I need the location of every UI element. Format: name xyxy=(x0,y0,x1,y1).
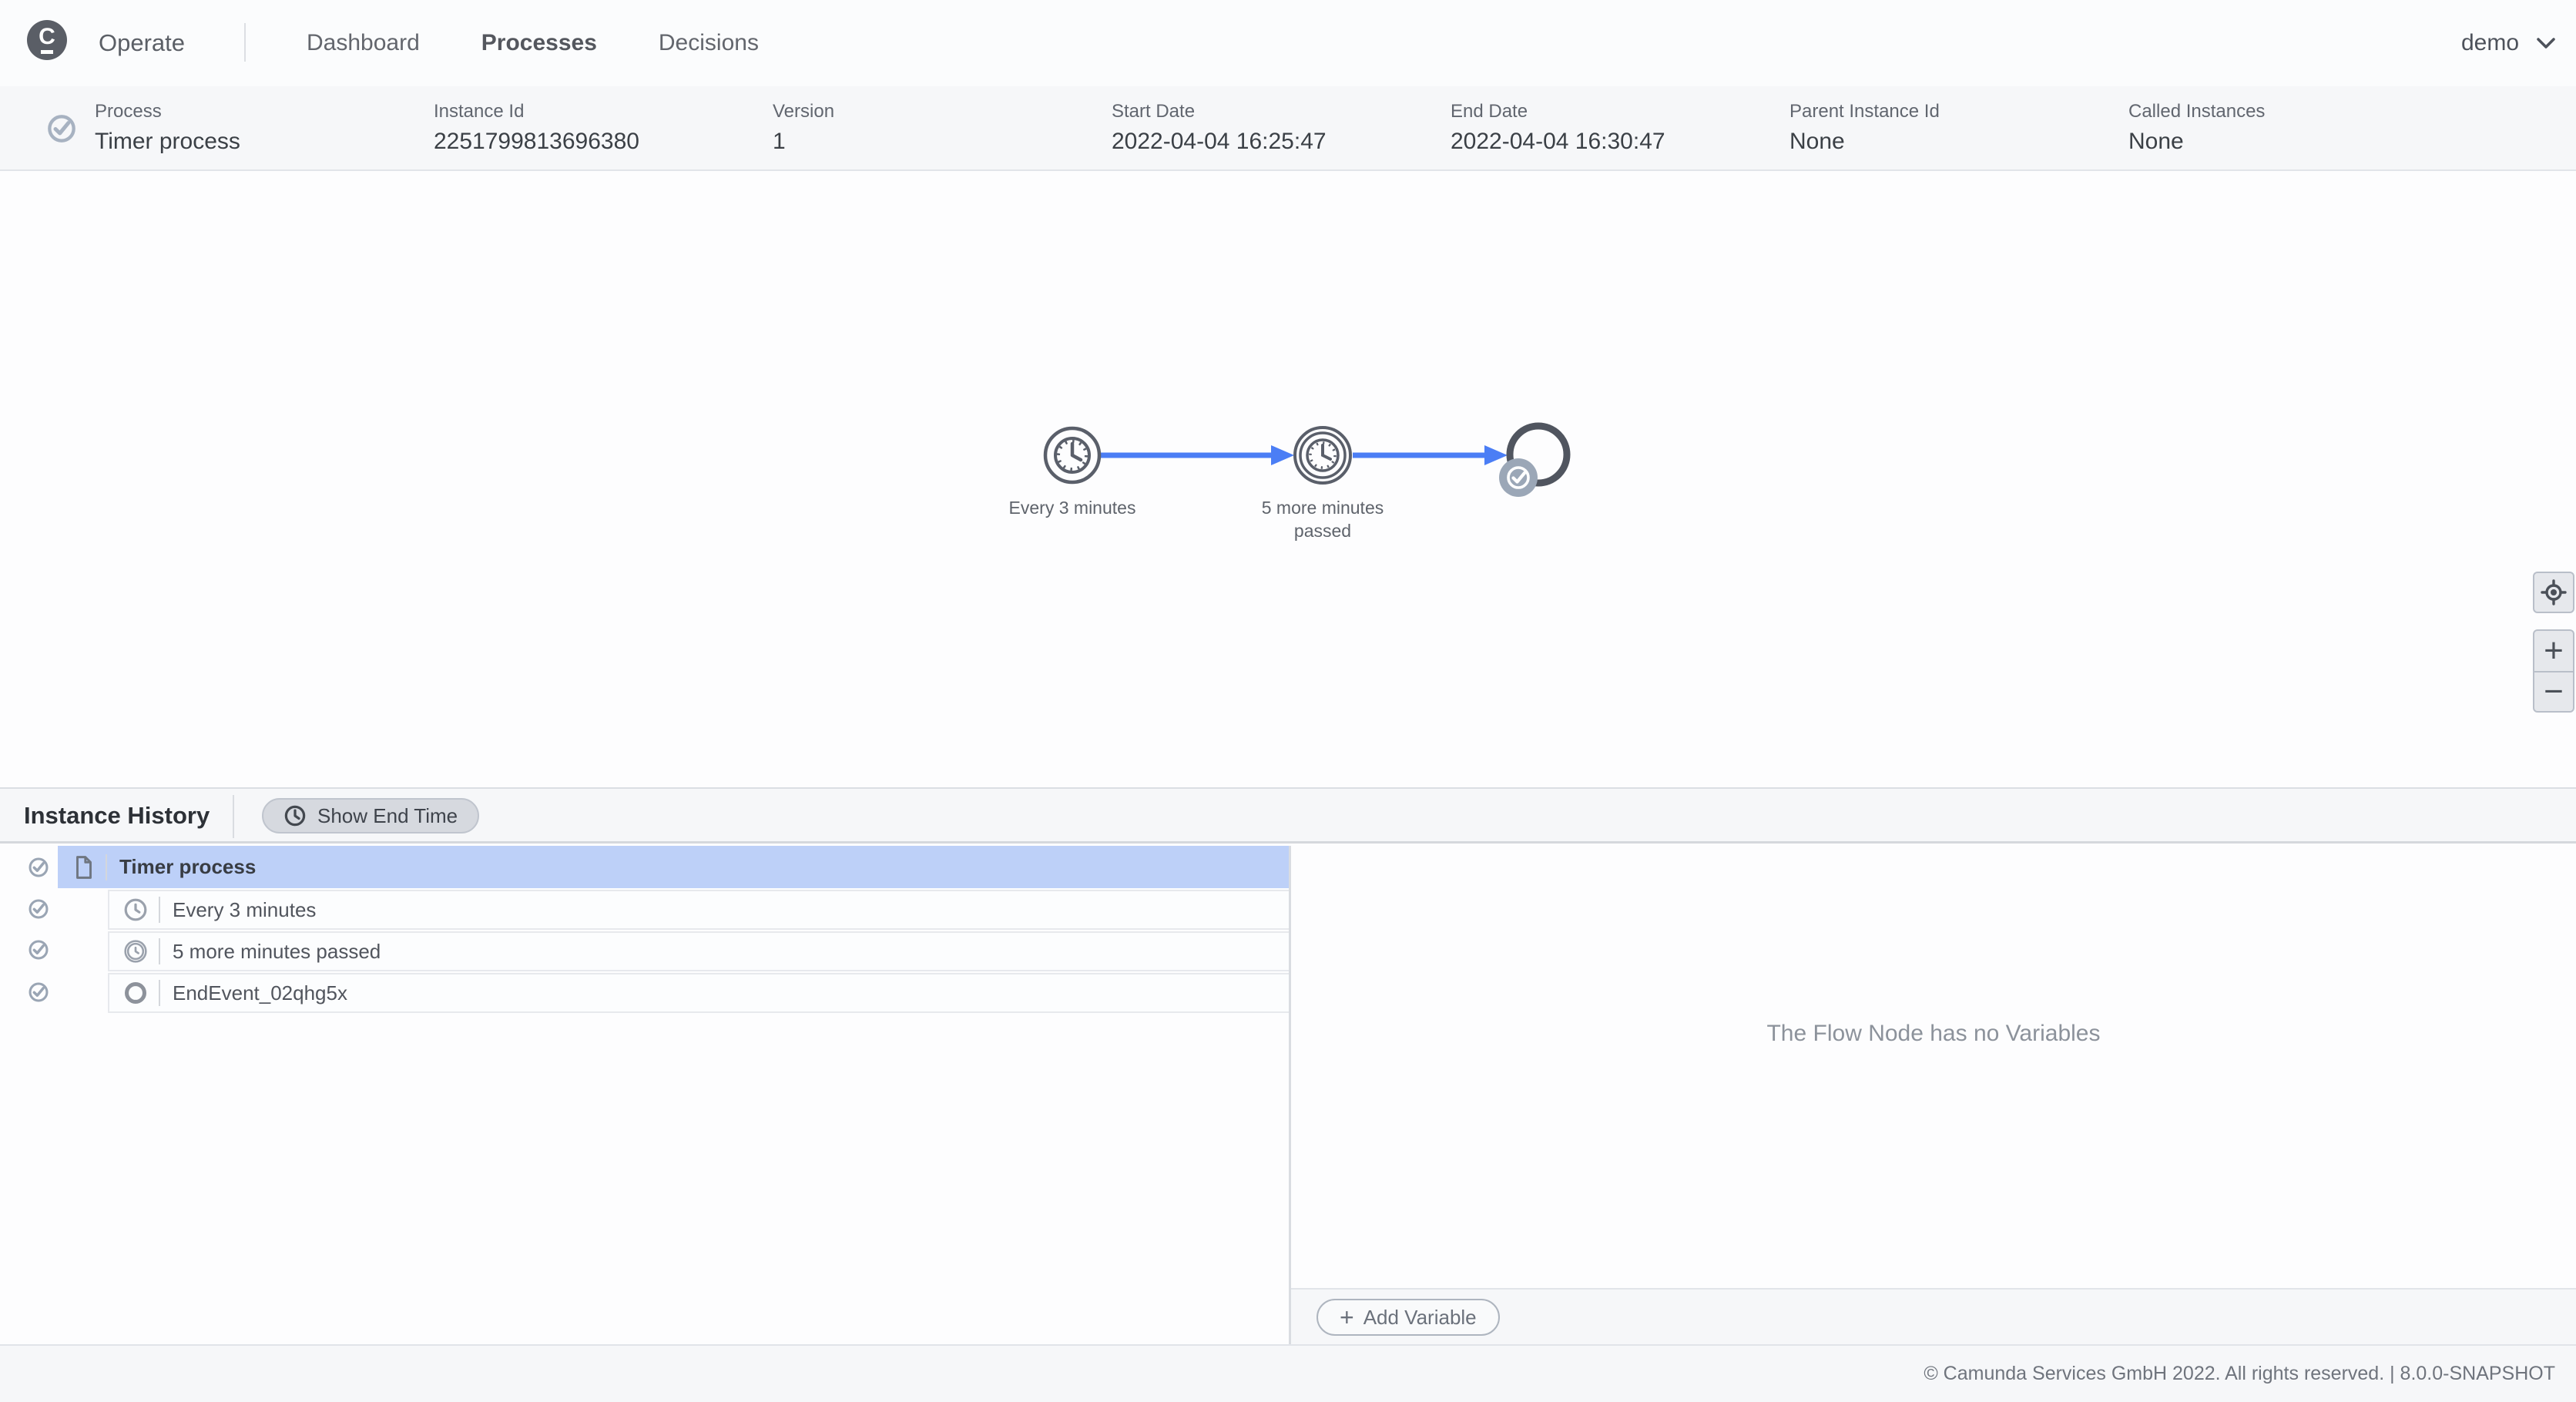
bpmn-diagram-panel: Every 3 minutes 5 more minutes passed + … xyxy=(0,173,2576,787)
copyright-text: © Camunda Services GmbH 2022. All rights… xyxy=(1924,1363,2555,1384)
bpmn-label-intermediate: 5 more minutes passed xyxy=(1261,498,1384,541)
row-state-completed-icon xyxy=(29,899,49,919)
bpmn-label-start: Every 3 minutes xyxy=(1008,498,1136,518)
bpmn-diagram xyxy=(1043,422,1571,497)
history-row-label: Timer process xyxy=(119,855,257,878)
tab-dashboard[interactable]: Dashboard xyxy=(307,30,420,56)
diagram-controls: + − xyxy=(2531,173,2574,787)
variables-empty-message: The Flow Node has no Variables xyxy=(1766,1021,2101,1046)
row-state-completed-icon xyxy=(29,857,49,877)
timer-event-icon xyxy=(120,897,151,922)
plus-icon: + xyxy=(1340,1303,1354,1331)
nav-tabs: Dashboard Processes Decisions xyxy=(307,0,759,86)
camunda-logo-icon[interactable]: C xyxy=(27,20,67,60)
zoom-in-button[interactable]: + xyxy=(2534,631,2573,671)
reset-view-button[interactable] xyxy=(2533,572,2574,613)
show-end-time-label: Show End Time xyxy=(317,803,458,827)
sequence-flow-1 xyxy=(1101,445,1294,465)
field-parent-instance-id: Parent Instance Id None xyxy=(1789,101,1940,154)
history-row-process[interactable]: Timer process xyxy=(58,846,1289,888)
zoom-controls: + − xyxy=(2533,629,2574,713)
crosshair-icon xyxy=(2541,579,2567,605)
row-separator xyxy=(159,938,160,964)
logo-glyph: C xyxy=(39,24,55,49)
completed-state-badge xyxy=(1499,458,1538,497)
field-end-date: End Date 2022-04-04 16:30:47 xyxy=(1451,101,1665,154)
timer-start-event-node[interactable] xyxy=(1043,426,1102,485)
operate-app: C Operate Dashboard Processes Decisions … xyxy=(0,0,2576,1402)
row-separator xyxy=(106,854,107,880)
variables-panel: The Flow Node has no Variables xyxy=(1291,846,2576,1288)
row-state-completed-icon xyxy=(29,940,49,960)
sequence-flow-2 xyxy=(1353,445,1508,465)
top-navigation: C Operate Dashboard Processes Decisions … xyxy=(0,0,2576,86)
add-variable-label: Add Variable xyxy=(1363,1305,1477,1329)
end-event-icon xyxy=(120,981,151,1005)
chevron-down-icon xyxy=(2537,38,2555,49)
instance-fields: Process Timer process Instance Id 225179… xyxy=(95,86,2467,169)
history-row-label: 5 more minutes passed xyxy=(173,939,381,963)
completed-check-icon xyxy=(48,115,75,143)
add-variable-button[interactable]: + Add Variable xyxy=(1317,1299,1500,1336)
header-divider xyxy=(233,795,234,838)
zoom-out-button[interactable]: − xyxy=(2534,671,2573,711)
field-version: Version 1 xyxy=(773,101,835,154)
instance-history-title: Instance History xyxy=(24,802,210,829)
field-called-instances: Called Instances None xyxy=(2128,101,2266,154)
app-footer: © Camunda Services GmbH 2022. All rights… xyxy=(0,1344,2576,1402)
field-process: Process Timer process xyxy=(95,101,240,154)
instance-history-header: Instance History Show End Time xyxy=(0,787,2576,844)
process-document-icon xyxy=(70,854,98,880)
row-separator xyxy=(159,980,160,1006)
nav-divider xyxy=(244,23,246,62)
show-end-time-button[interactable]: Show End Time xyxy=(262,798,480,833)
field-start-date: Start Date 2022-04-04 16:25:47 xyxy=(1112,101,1327,154)
tab-processes[interactable]: Processes xyxy=(481,30,597,56)
tab-decisions[interactable]: Decisions xyxy=(659,30,759,56)
history-row-label: EndEvent_02qhg5x xyxy=(173,981,347,1005)
instance-header: Process Timer process Instance Id 225179… xyxy=(0,86,2576,237)
field-instance-id: Instance Id 2251799813696380 xyxy=(434,101,639,154)
timer-intermediate-event-node[interactable] xyxy=(1293,426,1352,485)
history-row-label: Every 3 minutes xyxy=(173,897,317,921)
row-state-completed-icon xyxy=(29,982,49,1002)
clock-icon xyxy=(284,805,306,827)
history-row-timer-event[interactable]: Every 3 minutes xyxy=(108,890,1289,930)
user-menu[interactable]: demo xyxy=(2461,0,2556,86)
user-name: demo xyxy=(2460,30,2519,55)
history-row-end-event[interactable]: EndEvent_02qhg5x xyxy=(108,973,1289,1013)
row-separator xyxy=(159,897,160,923)
logo-underline xyxy=(41,50,53,54)
history-row-timer-intermediate-event[interactable]: 5 more minutes passed xyxy=(108,931,1289,971)
instance-history-tree: Timer process Every 3 minutes 5 more min… xyxy=(0,846,1289,1344)
variables-footer-bar: + Add Variable xyxy=(1291,1288,2576,1344)
timer-intermediate-event-icon xyxy=(120,939,151,964)
product-name: Operate xyxy=(99,29,186,56)
